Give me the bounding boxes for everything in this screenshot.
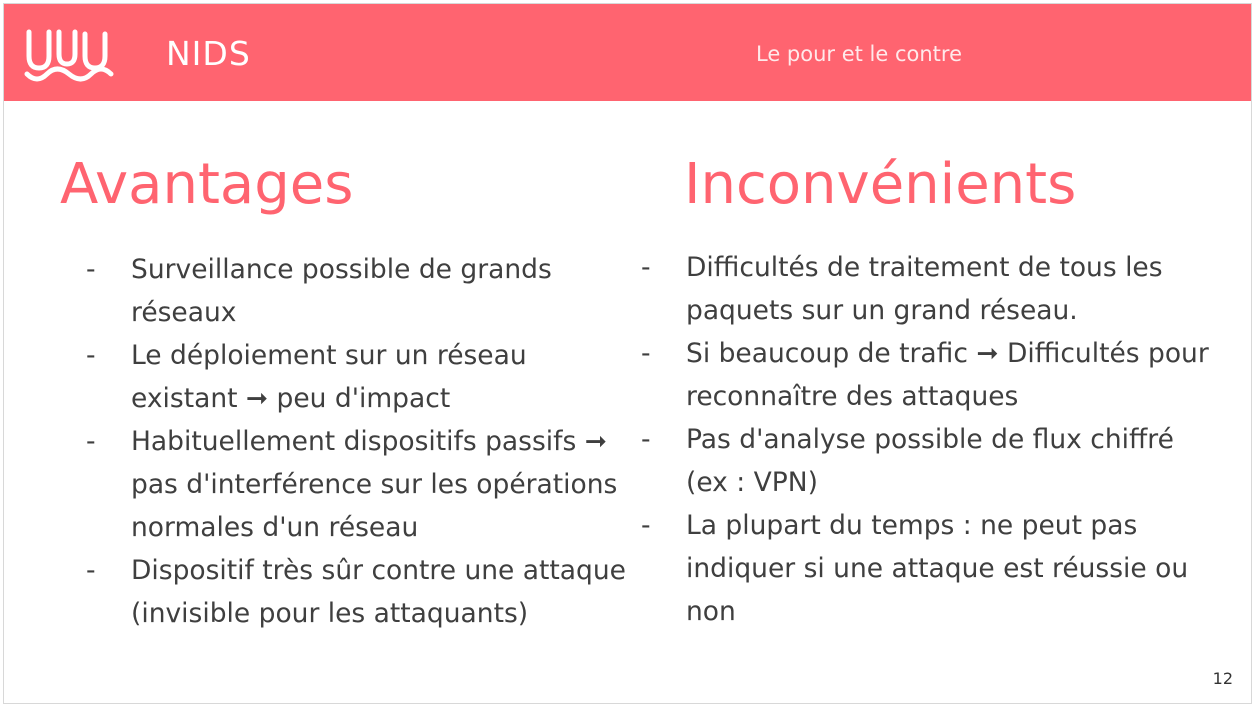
disadvantages-list: - Difficultés de traitement de tous les p… [641, 246, 1221, 633]
advantages-title: Avantages [60, 152, 354, 217]
header-subtitle: Le pour et le contre [756, 42, 963, 66]
header-bar: NIDS Le pour et le contre [4, 4, 1251, 101]
list-item-text: Difficultés de traitement de tous les pa… [686, 252, 1163, 326]
list-item: - Dispositif très sûr contre une attaque … [86, 549, 626, 635]
list-item-text: Dispositif très sûr contre une attaque (… [131, 555, 626, 629]
page-number: 12 [1212, 669, 1233, 688]
list-item-text: Si beaucoup de trafic ➞ Difficultés pour… [686, 338, 1209, 412]
header-title: NIDS [166, 34, 251, 73]
list-item: - Si beaucoup de trafic ➞ Difficultés pou… [641, 332, 1221, 418]
bullet-dash: - [641, 252, 651, 283]
slide: NIDS Le pour et le contre Avantages Inco… [3, 3, 1252, 704]
list-item: - La plupart du temps : ne peut pas indiq… [641, 504, 1221, 633]
wave-logo-icon [24, 29, 114, 82]
list-item-text: Surveillance possible de grands réseaux [131, 254, 552, 328]
list-item-text: La plupart du temps : ne peut pas indiqu… [686, 510, 1189, 627]
bullet-dash: - [641, 338, 651, 369]
list-item: - Difficultés de traitement de tous les p… [641, 246, 1221, 332]
bullet-dash: - [641, 510, 651, 541]
bullet-dash: - [86, 426, 96, 457]
list-item-text: Le déploiement sur un réseau existant ➞ … [131, 340, 527, 414]
list-item: - Le déploiement sur un réseau existant ➞… [86, 334, 626, 420]
advantages-list: - Surveillance possible de grands réseaux… [86, 248, 626, 635]
bullet-dash: - [86, 555, 96, 586]
disadvantages-title: Inconvénients [684, 152, 1077, 217]
list-item-text: Habituellement dispositifs passifs ➞ pas… [131, 426, 618, 543]
bullet-dash: - [86, 340, 96, 371]
list-item: - Pas d'analyse possible de flux chiffré … [641, 418, 1221, 504]
bullet-dash: - [641, 424, 651, 455]
list-item: - Surveillance possible de grands réseaux [86, 248, 626, 334]
bullet-dash: - [86, 254, 96, 285]
list-item-text: Pas d'analyse possible de flux chiffré (… [686, 424, 1174, 498]
list-item: - Habituellement dispositifs passifs ➞ pa… [86, 420, 626, 549]
